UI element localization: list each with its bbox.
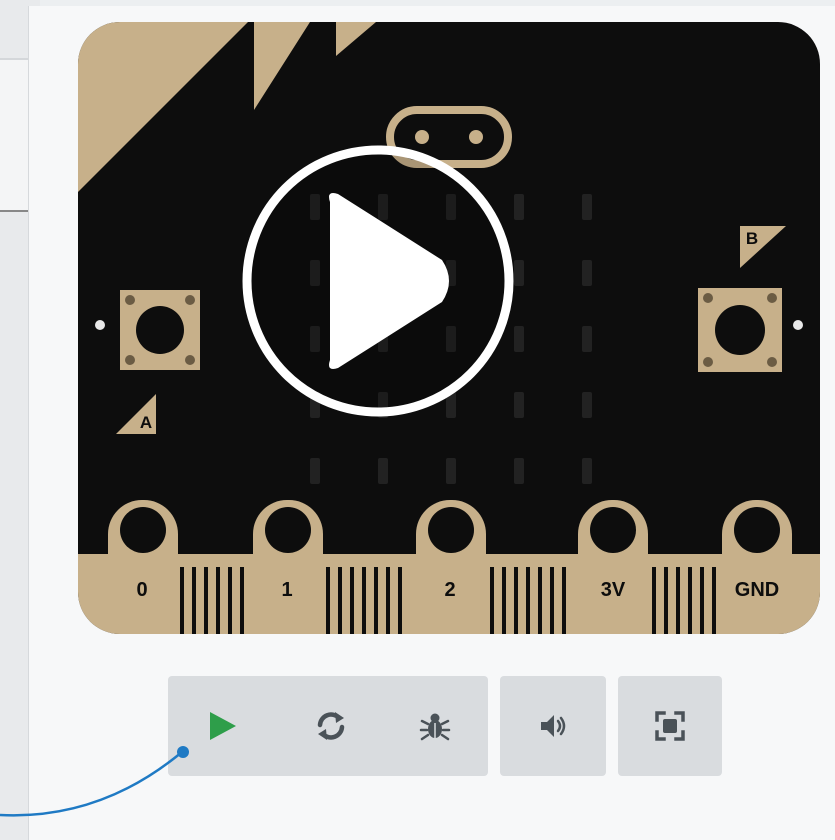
pin-2[interactable] xyxy=(416,500,486,634)
fullscreen-button[interactable] xyxy=(618,676,722,776)
pin-label-3v: 3V xyxy=(601,579,626,601)
pin-label-1: 1 xyxy=(281,579,292,601)
pin-3v[interactable] xyxy=(578,500,648,634)
mute-button[interactable] xyxy=(500,676,606,776)
play-button[interactable] xyxy=(178,676,264,776)
play-overlay-icon[interactable] xyxy=(242,145,514,417)
pin-label-2: 2 xyxy=(444,579,455,601)
play-icon xyxy=(210,712,236,740)
microbit-board[interactable]: 0 1 2 3V GND A B xyxy=(78,22,820,634)
restart-icon xyxy=(317,712,345,740)
pin-label-gnd: GND xyxy=(735,579,779,601)
button-a[interactable] xyxy=(120,290,200,370)
pin-label-0: 0 xyxy=(136,579,147,601)
pin-0[interactable] xyxy=(108,500,178,634)
side-dot-right xyxy=(793,320,803,330)
debug-button[interactable] xyxy=(392,676,478,776)
restart-button[interactable] xyxy=(288,676,374,776)
pin-1[interactable] xyxy=(253,500,323,634)
button-b[interactable] xyxy=(698,288,782,372)
pin-gnd[interactable] xyxy=(722,500,792,634)
speaker-icon xyxy=(541,715,566,737)
side-dot-left xyxy=(95,320,105,330)
bug-icon xyxy=(419,713,451,741)
button-b-label: B xyxy=(746,229,758,248)
button-a-label: A xyxy=(140,413,152,432)
microbit-board-svg: 0 1 2 3V GND A B xyxy=(78,22,820,634)
fullscreen-icon xyxy=(655,711,685,741)
